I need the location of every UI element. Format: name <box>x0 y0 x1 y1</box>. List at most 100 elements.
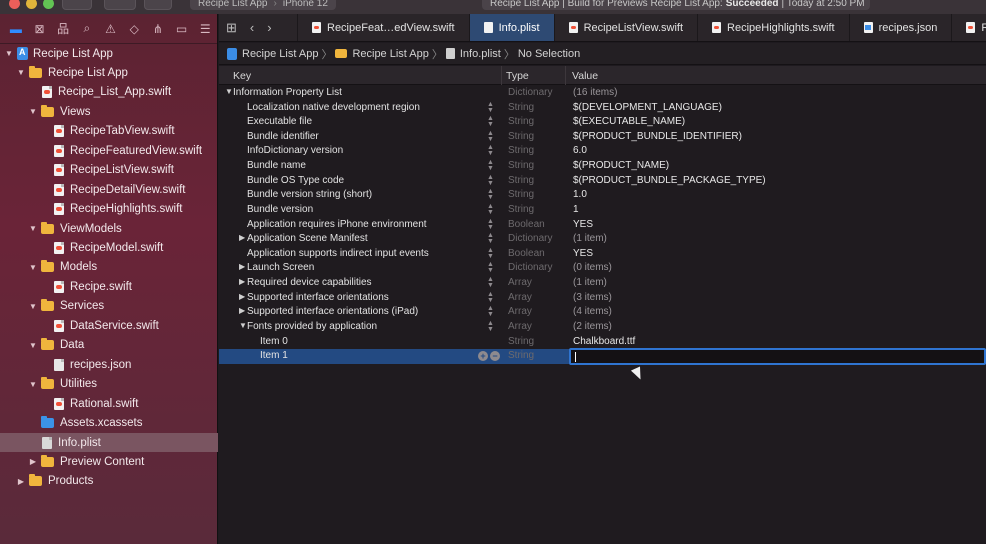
remove-item-icon[interactable]: − <box>490 351 500 362</box>
symbol-icon[interactable]: 品 <box>51 14 75 44</box>
plist-type[interactable]: Array <box>508 306 532 317</box>
plist-value[interactable]: 1 <box>573 204 579 215</box>
navigator-item[interactable]: ▼ Models <box>0 258 218 277</box>
key-popup-stepper-icon[interactable]: ▲ ▼ <box>487 101 494 114</box>
navigator-item[interactable]: RecipeDetailView.swift <box>0 180 218 199</box>
disclosure-closed-icon[interactable]: ▶ <box>239 306 245 315</box>
plist-type[interactable]: String <box>508 131 534 142</box>
plist-key[interactable]: Required device capabilities <box>247 277 372 288</box>
report-icon[interactable]: ☰ <box>193 14 217 44</box>
navigator-item[interactable]: ▶ Products <box>0 472 218 491</box>
jump-file[interactable]: Info.plist <box>460 48 501 60</box>
value-column-header[interactable]: Value <box>572 70 598 82</box>
plist-row[interactable]: ▼ Fonts provided by application ▲ ▼ Array (2 … <box>219 320 986 335</box>
plist-key[interactable]: Bundle name <box>247 160 306 171</box>
breakpoint-icon[interactable]: ▭ <box>170 14 194 44</box>
disclosure-open-icon[interactable]: ▼ <box>28 224 38 233</box>
disclosure-closed-icon[interactable]: ▶ <box>16 477 26 486</box>
plist-key[interactable]: Bundle identifier <box>247 131 319 142</box>
key-popup-stepper-icon[interactable]: ▲ ▼ <box>487 159 494 172</box>
navigator-item[interactable]: RecipeTabView.swift <box>0 122 218 141</box>
plist-type[interactable]: Boolean <box>508 219 545 230</box>
plist-key[interactable]: Bundle version string (short) <box>247 189 372 200</box>
plist-type[interactable]: Boolean <box>508 248 545 259</box>
key-popup-stepper-icon[interactable]: ▲ ▼ <box>487 305 494 318</box>
plist-value[interactable]: $(PRODUCT_BUNDLE_PACKAGE_TYPE) <box>573 175 766 186</box>
issue-icon[interactable]: ⚠ <box>99 14 123 44</box>
plist-row[interactable]: Bundle OS Type code ▲ ▼ String $(PRODUCT_BUN… <box>219 174 986 189</box>
disclosure-closed-icon[interactable]: ▶ <box>239 277 245 286</box>
editor-tab[interactable]: Info.plist <box>468 14 554 41</box>
plist-value[interactable]: $(PRODUCT_BUNDLE_IDENTIFIER) <box>573 131 742 142</box>
key-popup-stepper-icon[interactable]: ▲ ▼ <box>487 291 494 304</box>
editor-tab[interactable]: RecipeListView.swift <box>553 14 697 41</box>
jump-project[interactable]: Recipe List App <box>242 48 318 60</box>
plist-value[interactable]: 1.0 <box>573 189 587 200</box>
disclosure-open-icon[interactable]: ▼ <box>239 321 247 330</box>
plist-row[interactable]: ▶ Required device capabilities ▲ ▼ Array (1 i… <box>219 276 986 291</box>
search-icon[interactable]: ⌕ <box>75 14 99 44</box>
plist-key[interactable]: Localization native development region <box>247 102 420 113</box>
plist-key[interactable]: Application requires iPhone environment <box>247 219 427 230</box>
plist-row[interactable]: Bundle version string (short) ▲ ▼ String 1.0 <box>219 188 986 203</box>
plist-value[interactable]: $(EXECUTABLE_NAME) <box>573 116 685 127</box>
plist-row[interactable]: ▶ Supported interface orientations (iPad)… <box>219 305 986 320</box>
disclosure-closed-icon[interactable]: ▶ <box>28 457 38 466</box>
plist-type[interactable]: Dictionary <box>508 87 552 98</box>
add-item-icon[interactable]: + <box>478 351 488 362</box>
navigator-item[interactable]: RecipeFeaturedView.swift <box>0 141 218 160</box>
key-column-header[interactable]: Key <box>233 70 251 82</box>
toggle-navigator-button[interactable] <box>62 0 92 10</box>
related-items-icon[interactable]: ⊞ <box>226 20 237 36</box>
disclosure-open-icon[interactable]: ▼ <box>16 68 26 77</box>
plist-row[interactable]: ▶ Supported interface orientations ▲ ▼ Array… <box>219 291 986 306</box>
disclosure-open-icon[interactable]: ▼ <box>28 302 38 311</box>
plist-value[interactable]: 6.0 <box>573 145 587 156</box>
navigator-item[interactable]: RecipeModel.swift <box>0 239 218 258</box>
disclosure-open-icon[interactable]: ▼ <box>28 341 38 350</box>
plist-type[interactable]: String <box>508 145 534 156</box>
plist-row[interactable]: Application supports indirect input even… <box>219 247 986 262</box>
minimize-window-button[interactable] <box>26 0 37 9</box>
key-popup-stepper-icon[interactable]: ▲ ▼ <box>487 261 494 274</box>
plist-type[interactable]: Dictionary <box>508 262 552 273</box>
plist-value[interactable]: (2 items) <box>573 321 612 332</box>
key-popup-stepper-icon[interactable]: ▲ ▼ <box>487 130 494 143</box>
plist-row[interactable]: Item 1 + − String <box>219 348 986 366</box>
disclosure-open-icon[interactable]: ▼ <box>225 87 233 96</box>
plist-key[interactable]: Launch Screen <box>247 262 314 273</box>
plist-type[interactable]: String <box>508 102 534 113</box>
jump-selection[interactable]: No Selection <box>518 48 580 60</box>
test-icon[interactable]: ◇ <box>122 14 146 44</box>
navigator-item[interactable]: ▼ Data <box>0 336 218 355</box>
debug-icon[interactable]: ⋔ <box>146 14 170 44</box>
folder-icon[interactable]: ▬ <box>4 14 28 44</box>
plist-type[interactable]: String <box>508 116 534 127</box>
plist-row[interactable]: InfoDictionary version ▲ ▼ String 6.0 <box>219 144 986 159</box>
column-divider[interactable] <box>501 66 502 85</box>
navigator-item[interactable]: Assets.xcassets <box>0 414 218 433</box>
navigator-item[interactable]: Recipe_List_App.swift <box>0 83 218 102</box>
plist-type[interactable]: Dictionary <box>508 233 552 244</box>
stop-button[interactable] <box>144 0 172 10</box>
plist-key[interactable]: Bundle OS Type code <box>247 175 344 186</box>
key-popup-stepper-icon[interactable]: ▲ ▼ <box>487 276 494 289</box>
plist-key[interactable]: Supported interface orientations <box>247 292 389 303</box>
navigator-item[interactable]: Recipe.swift <box>0 277 218 296</box>
plist-value[interactable]: (0 items) <box>573 262 612 273</box>
key-popup-stepper-icon[interactable]: ▲ ▼ <box>487 144 494 157</box>
plist-key[interactable]: Application supports indirect input even… <box>247 248 429 259</box>
plist-key[interactable]: Fonts provided by application <box>247 321 377 332</box>
plist-type[interactable]: Array <box>508 321 532 332</box>
plist-key[interactable]: Application Scene Manifest <box>247 233 368 244</box>
forward-chevron-icon[interactable]: › <box>267 20 271 35</box>
plist-type[interactable]: String <box>508 336 534 347</box>
key-popup-stepper-icon[interactable]: ▲ ▼ <box>487 218 494 231</box>
disclosure-open-icon[interactable]: ▼ <box>28 263 38 272</box>
plist-row[interactable]: ▶ Launch Screen ▲ ▼ Dictionary (0 items) <box>219 261 986 276</box>
plist-value[interactable]: $(PRODUCT_NAME) <box>573 160 669 171</box>
navigator-item[interactable]: recipes.json <box>0 355 218 374</box>
plist-row[interactable]: Bundle identifier ▲ ▼ String $(PRODUCT_BUNDL… <box>219 130 986 145</box>
key-popup-stepper-icon[interactable]: ▲ ▼ <box>487 174 494 187</box>
plist-key[interactable]: Information Property List <box>233 87 342 98</box>
